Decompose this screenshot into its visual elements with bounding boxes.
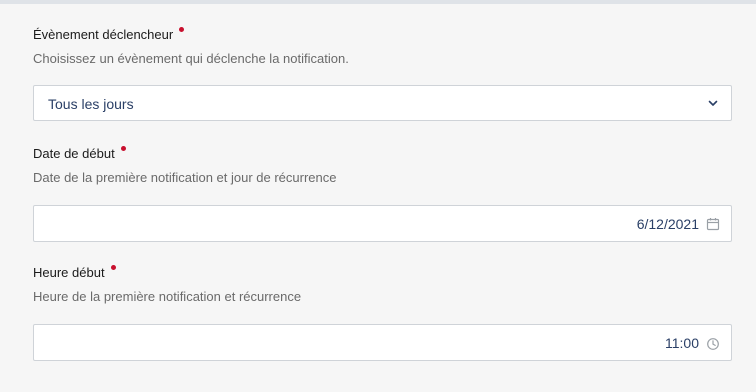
start-date-label: Date de début <box>33 146 733 162</box>
clock-icon[interactable] <box>706 337 720 351</box>
event-select-value: Tous les jours <box>48 96 134 112</box>
top-divider <box>0 0 756 4</box>
start-date-input[interactable]: 6/12/2021 <box>33 205 732 242</box>
calendar-icon[interactable] <box>706 217 720 231</box>
start-time-value: 11:00 <box>665 335 699 351</box>
event-field-label-text: Évènement déclencheur <box>33 27 174 42</box>
start-time-field: Heure début Heure de la première notific… <box>33 265 733 361</box>
start-time-input[interactable]: 11:00 <box>33 324 732 361</box>
start-date-value: 6/12/2021 <box>636 216 699 232</box>
start-date-label-text: Date de début <box>33 146 115 161</box>
event-field-label: Évènement déclencheur <box>33 27 733 43</box>
required-indicator <box>120 146 126 151</box>
event-field: Évènement déclencheur Choisissez un évèn… <box>33 27 733 121</box>
event-field-help: Choisissez un évènement qui déclenche la… <box>33 51 349 66</box>
start-time-help: Heure de la première notification et réc… <box>33 289 302 304</box>
start-time-label: Heure début <box>33 265 733 281</box>
chevron-down-icon <box>708 100 718 106</box>
event-select[interactable]: Tous les jours <box>33 85 732 121</box>
required-indicator <box>179 27 185 32</box>
start-date-field: Date de début Date de la première notifi… <box>33 146 733 242</box>
start-time-label-text: Heure début <box>33 265 105 280</box>
required-indicator <box>110 265 116 270</box>
start-date-help: Date de la première notification et jour… <box>33 170 337 185</box>
